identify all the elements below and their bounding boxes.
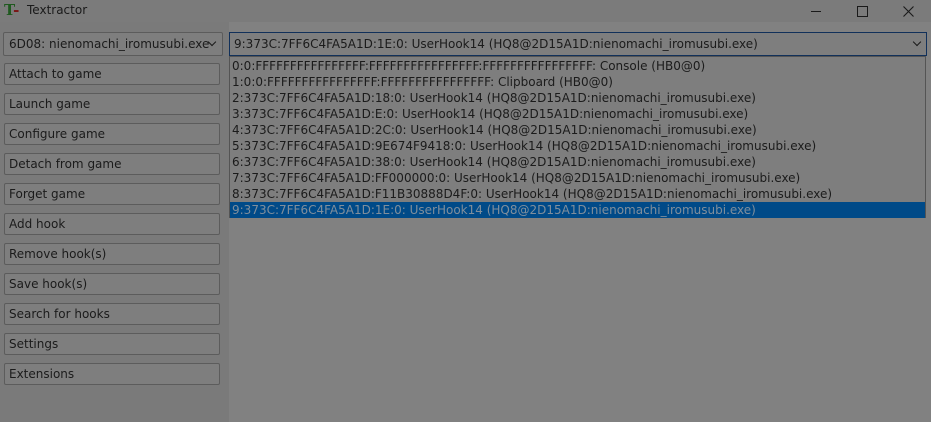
remove-hooks-button[interactable]: Remove hook(s) [4,243,220,265]
forget-game-button[interactable]: Forget game [4,183,220,205]
hook-option[interactable]: 0:0:FFFFFFFFFFFFFFFF:FFFFFFFFFFFFFFFF:FF… [230,58,925,74]
hook-option-selected[interactable]: 9:373C:7FF6C4FA5A1D:1E:0: UserHook14 (HQ… [230,202,925,218]
main-panel: 9:373C:7FF6C4FA5A1D:1E:0: UserHook14 (HQ… [229,22,931,422]
chevron-down-icon [912,37,922,47]
launch-game-button[interactable]: Launch game [4,93,220,115]
hook-option[interactable]: 2:373C:7FF6C4FA5A1D:18:0: UserHook14 (HQ… [230,90,925,106]
maximize-icon [856,5,868,17]
title-bar[interactable]: T- Textractor [0,0,931,22]
maximize-button[interactable] [839,0,885,22]
close-icon [902,5,914,17]
hook-select[interactable]: 9:373C:7FF6C4FA5A1D:1E:0: UserHook14 (HQ… [229,32,927,56]
hook-dropdown-list[interactable]: 0:0:FFFFFFFFFFFFFFFF:FFFFFFFFFFFFFFFF:FF… [229,56,926,218]
hook-option[interactable]: 6:373C:7FF6C4FA5A1D:38:0: UserHook14 (HQ… [230,154,925,170]
hook-option[interactable]: 5:373C:7FF6C4FA5A1D:9E674F9418:0: UserHo… [230,138,925,154]
settings-button[interactable]: Settings [4,333,220,355]
add-hook-button[interactable]: Add hook [4,213,220,235]
extensions-button[interactable]: Extensions [4,363,220,385]
process-select[interactable]: 6D08: nienomachi_iromusubi.exe [3,32,223,56]
search-for-hooks-button[interactable]: Search for hooks [4,303,220,325]
sidebar: 6D08: nienomachi_iromusubi.exe Attach to… [0,22,229,422]
hook-option[interactable]: 7:373C:7FF6C4FA5A1D:FF000000:0: UserHook… [230,170,925,186]
minimize-button[interactable] [793,0,839,22]
configure-game-button[interactable]: Configure game [4,123,220,145]
save-hooks-button[interactable]: Save hook(s) [4,273,220,295]
hook-select-value: 9:373C:7FF6C4FA5A1D:1E:0: UserHook14 (HQ… [234,37,758,51]
attach-to-game-button[interactable]: Attach to game [4,63,220,85]
process-select-value: 6D08: nienomachi_iromusubi.exe [9,37,210,51]
window-title: Textractor [27,3,88,17]
hook-option[interactable]: 3:373C:7FF6C4FA5A1D:E:0: UserHook14 (HQ8… [230,106,925,122]
hook-option[interactable]: 4:373C:7FF6C4FA5A1D:2C:0: UserHook14 (HQ… [230,122,925,138]
close-button[interactable] [885,0,931,22]
minimize-icon [811,10,821,12]
detach-from-game-button[interactable]: Detach from game [4,153,220,175]
textractor-logo-icon: T- [4,1,20,19]
hook-option[interactable]: 1:0:0:FFFFFFFFFFFFFFFF:FFFFFFFFFFFFFFFF:… [230,74,925,90]
hook-option[interactable]: 8:373C:7FF6C4FA5A1D:F11B30888D4F:0: User… [230,186,925,202]
